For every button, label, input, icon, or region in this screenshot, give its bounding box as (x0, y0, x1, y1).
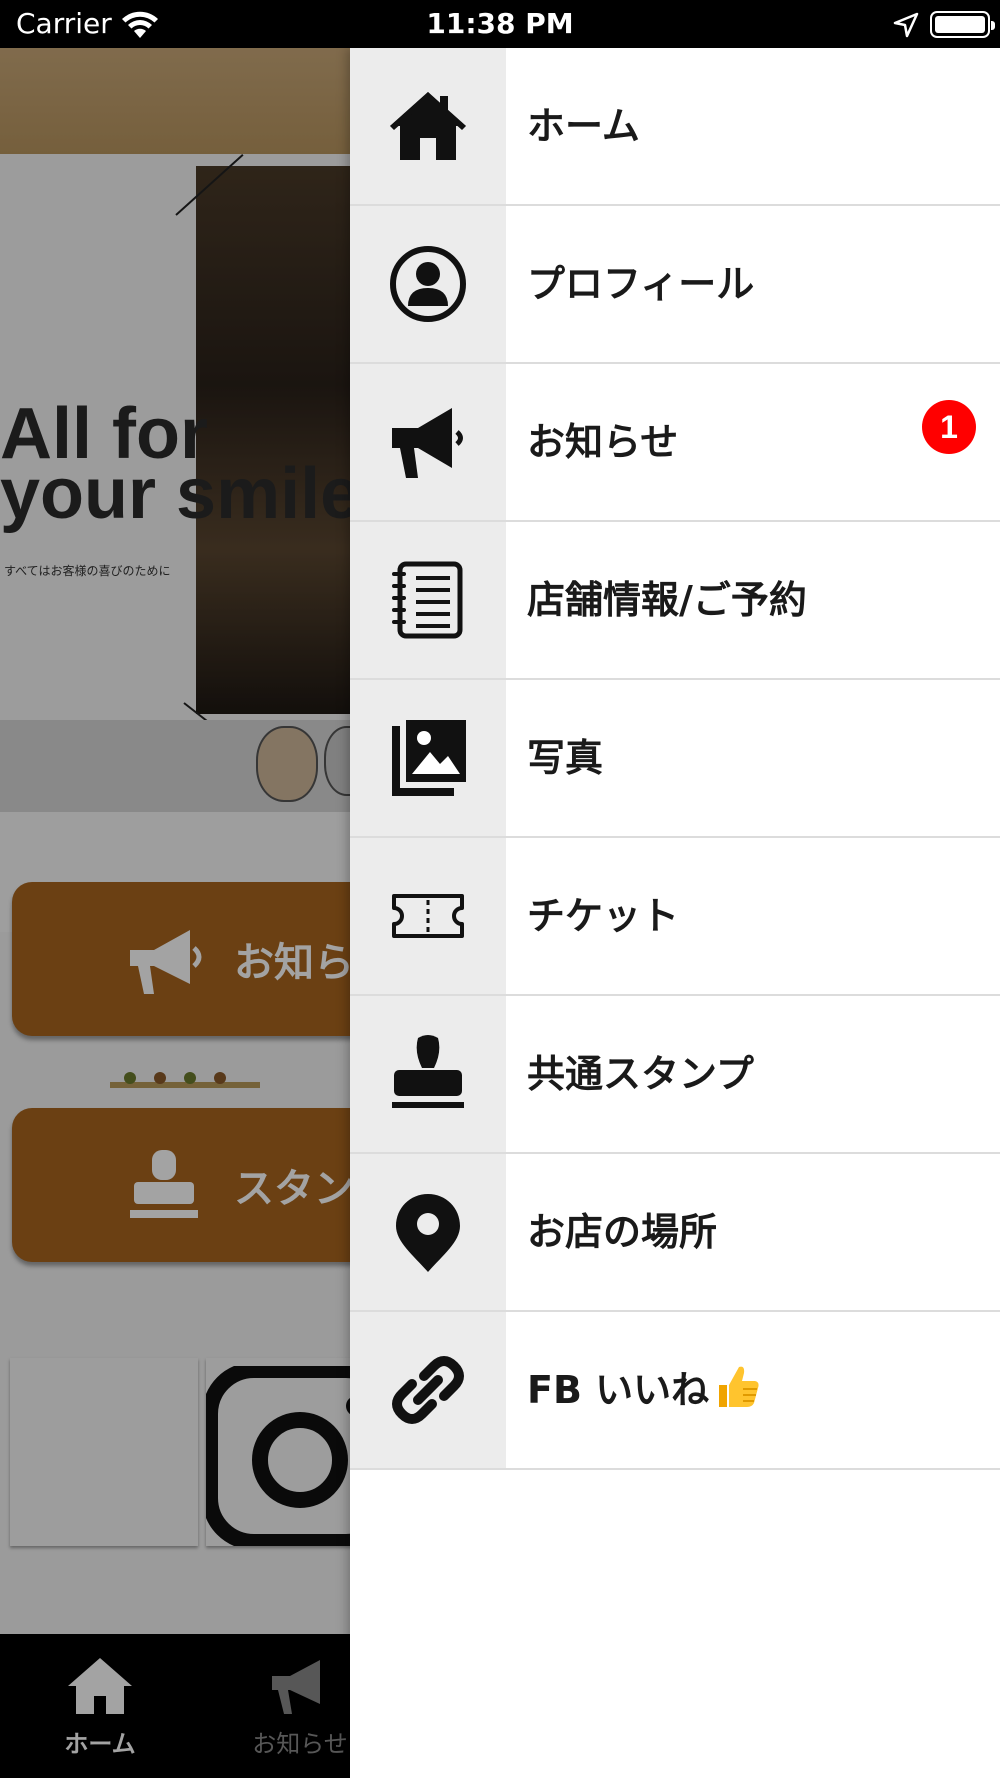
menu-item-label: 写真 (527, 736, 604, 780)
notebook-icon (392, 561, 463, 639)
photo-gallery-icon (392, 720, 466, 796)
side-menu: ホーム プロフィール お知らせ 1 店舗情報/ご予約 写真 チケット 共通スタン… (350, 48, 1000, 1778)
menu-item-common-stamp[interactable]: 共通スタンプ (350, 996, 1000, 1154)
thumbs-up-icon (719, 1366, 759, 1407)
menu-item-label: 共通スタンプ (527, 1052, 754, 1096)
menu-item-label: ホーム (527, 104, 640, 148)
menu-item-home[interactable]: ホーム (350, 48, 1000, 206)
link-icon (392, 1356, 464, 1424)
menu-item-fb-like[interactable]: FB いいね (350, 1312, 1000, 1470)
menu-dim-overlay[interactable] (0, 48, 350, 1778)
menu-item-label: お店の場所 (527, 1210, 718, 1254)
menu-item-label: 店舗情報/ご予約 (527, 578, 807, 622)
menu-item-label: プロフィール (527, 262, 755, 306)
map-pin-icon (396, 1194, 460, 1272)
status-bar: Carrier 11:38 PM (0, 0, 1000, 48)
menu-item-news[interactable]: お知らせ 1 (350, 364, 1000, 522)
location-arrow-icon (893, 12, 919, 38)
clock-time: 11:38 PM (426, 7, 574, 40)
menu-item-label: FB いいね (527, 1312, 761, 1468)
menu-item-location[interactable]: お店の場所 (350, 1154, 1000, 1312)
stamp-icon (392, 1035, 464, 1108)
menu-item-store-info[interactable]: 店舗情報/ご予約 (350, 522, 1000, 680)
notification-badge: 1 (922, 400, 976, 454)
menu-item-photos[interactable]: 写真 (350, 680, 1000, 838)
ticket-icon (392, 894, 464, 938)
battery-icon (930, 11, 995, 38)
menu-item-profile[interactable]: プロフィール (350, 206, 1000, 364)
profile-icon (390, 246, 466, 322)
menu-item-ticket[interactable]: チケット (350, 838, 1000, 996)
menu-item-label: チケット (527, 894, 680, 938)
megaphone-icon (392, 408, 463, 478)
menu-item-label: お知らせ (527, 420, 679, 464)
home-icon (390, 92, 466, 160)
